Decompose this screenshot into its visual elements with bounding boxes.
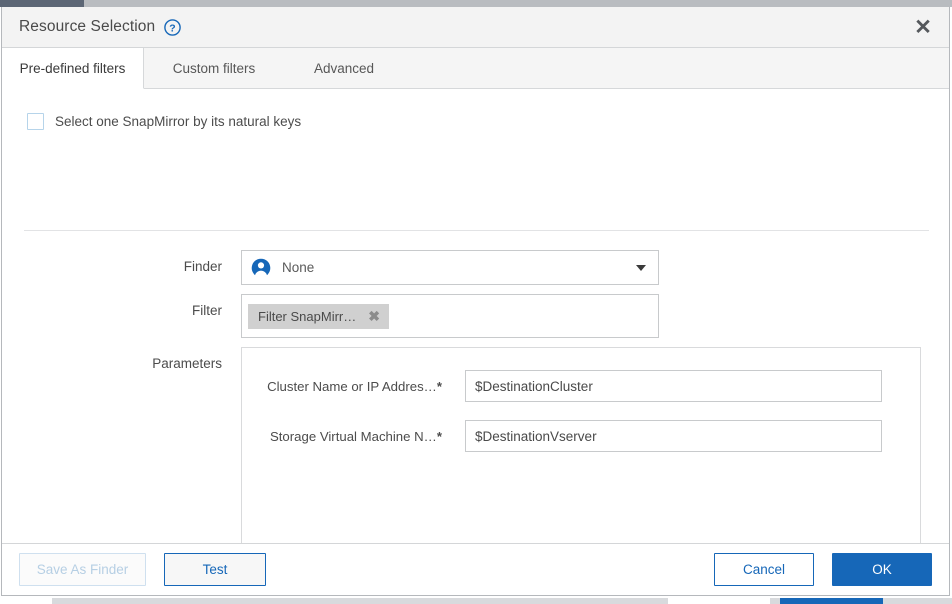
parameters-row: Parameters Cluster Name or IP Addres…* S…	[2, 347, 949, 543]
background-bottom-segment-accent	[780, 598, 883, 604]
dialog-titlebar: Resource Selection ? ✕	[2, 7, 949, 48]
section-divider	[24, 230, 929, 231]
background-top-strip-dark	[0, 0, 84, 7]
cluster-name-input[interactable]	[465, 370, 882, 402]
finder-control: None	[241, 250, 659, 285]
filter-chip-container[interactable]: Filter SnapMirr… ✖	[241, 294, 659, 338]
tab-label: Custom filters	[172, 60, 256, 76]
storage-vm-name-input[interactable]	[465, 420, 882, 452]
help-circle-icon[interactable]: ?	[164, 18, 182, 36]
user-avatar-icon	[251, 258, 271, 278]
chevron-down-icon[interactable]	[636, 264, 646, 271]
close-icon[interactable]: ✕	[906, 10, 940, 44]
finder-select[interactable]: None	[241, 250, 659, 285]
svg-text:?: ?	[170, 22, 176, 34]
tab-bar: Pre-defined filters Custom filters Advan…	[2, 48, 949, 89]
filter-chip[interactable]: Filter SnapMirr… ✖	[248, 303, 389, 329]
dialog-title: Resource Selection	[19, 18, 156, 35]
filter-row: Filter Filter SnapMirr… ✖	[2, 294, 949, 338]
background-bottom-segment-mid	[668, 598, 770, 604]
parameters-label: Parameters	[152, 356, 222, 371]
tab-label: Pre-defined filters	[19, 60, 126, 76]
tab-custom-filters[interactable]: Custom filters	[144, 48, 284, 88]
parameter-label: Storage Virtual Machine N…*	[242, 429, 442, 444]
ok-button[interactable]: OK	[832, 553, 932, 586]
parameter-required-marker: *	[436, 378, 442, 394]
parameter-item: Storage Virtual Machine N…*	[242, 420, 920, 452]
tab-pre-defined-filters[interactable]: Pre-defined filters	[2, 48, 144, 89]
natural-keys-checkbox-label[interactable]: Select one SnapMirror by its natural key…	[55, 114, 301, 129]
background-top-strip	[0, 0, 952, 7]
tab-label: Advanced	[313, 60, 375, 76]
dialog-body: Select one SnapMirror by its natural key…	[2, 89, 949, 543]
parameter-label-text: Storage Virtual Machine N…	[269, 428, 437, 444]
natural-keys-checkbox-row: Select one SnapMirror by its natural key…	[2, 89, 949, 130]
filter-form: Finder None Filter Filter SnapMirr… ✖ Pa…	[2, 250, 949, 543]
filter-label: Filter	[192, 303, 222, 318]
parameter-item: Cluster Name or IP Addres…*	[242, 370, 920, 402]
finder-selected-value: None	[282, 260, 315, 275]
save-as-finder-button[interactable]: Save As Finder	[19, 553, 146, 586]
test-button[interactable]: Test	[164, 553, 266, 586]
background-bottom-segment-left	[0, 598, 52, 604]
parameters-panel: Cluster Name or IP Addres…* Storage Virt…	[241, 347, 921, 543]
tab-advanced[interactable]: Advanced	[284, 48, 404, 88]
cancel-button[interactable]: Cancel	[714, 553, 814, 586]
natural-keys-checkbox[interactable]	[27, 113, 44, 130]
finder-row: Finder None	[2, 250, 949, 285]
resource-selection-dialog: Resource Selection ? ✕ Pre-defined filte…	[1, 7, 950, 596]
filter-chip-label: Filter SnapMirr…	[258, 308, 357, 324]
parameter-label-text: Cluster Name or IP Addres…	[267, 378, 437, 394]
parameter-required-marker: *	[436, 428, 442, 444]
dialog-footer: Save As Finder Test Cancel OK	[2, 543, 949, 595]
finder-label: Finder	[183, 259, 222, 274]
parameters-control: Cluster Name or IP Addres…* Storage Virt…	[241, 347, 921, 543]
parameter-label: Cluster Name or IP Addres…*	[242, 379, 442, 394]
filter-control: Filter SnapMirr… ✖	[241, 294, 659, 338]
close-small-icon[interactable]: ✖	[368, 309, 380, 323]
